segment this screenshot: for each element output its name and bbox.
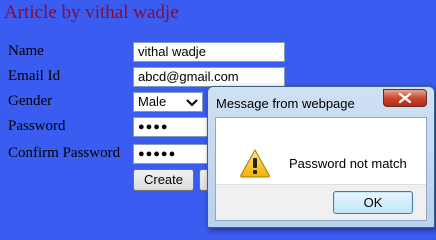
dialog-close-button[interactable] [383, 89, 427, 107]
email-label: Email Id [8, 68, 61, 84]
gender-select[interactable]: Male [133, 92, 203, 112]
dialog-body: Password not match OK [215, 117, 427, 221]
gender-selected-value: Male [138, 94, 167, 109]
dialog-title: Message from webpage [216, 96, 355, 111]
chevron-down-icon [186, 99, 198, 107]
name-label: Name [8, 43, 44, 59]
ok-button[interactable]: OK [333, 191, 413, 214]
dialog-footer: OK [216, 184, 426, 220]
message-dialog: Message from webpage Password not match … [207, 86, 435, 228]
password-label: Password [8, 118, 66, 134]
warning-icon [240, 148, 270, 178]
gender-label: Gender [8, 93, 53, 109]
email-field[interactable]: abcd@gmail.com [133, 67, 285, 87]
page-title: Article by vithal wadje [4, 2, 179, 23]
confirm-password-label: Confirm Password [8, 145, 121, 161]
close-icon [398, 92, 412, 104]
create-button[interactable]: Create [133, 169, 194, 191]
name-field[interactable]: vithal wadje [133, 42, 285, 62]
dialog-message: Password not match [289, 156, 407, 171]
